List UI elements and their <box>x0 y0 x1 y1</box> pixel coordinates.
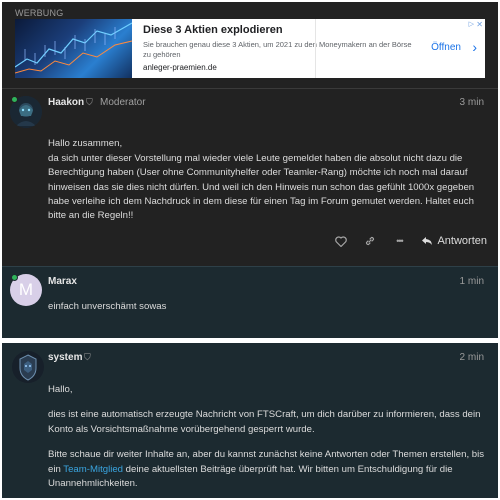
post-body: Hallo, dies ist eine automatisch erzeugt… <box>48 383 488 498</box>
chevron-right-icon[interactable]: › <box>472 39 477 55</box>
ad-label: WERBUNG <box>15 8 64 18</box>
divider <box>2 88 498 89</box>
post-paragraph: einfach unverschämt sowas <box>48 301 167 312</box>
post-username[interactable]: Marax <box>48 276 77 287</box>
more-icon[interactable]: ••• <box>392 234 406 248</box>
shield-icon: ⛉ <box>86 97 93 107</box>
ad-image <box>15 19 132 78</box>
avatar[interactable] <box>12 351 44 383</box>
team-member-link[interactable]: Team-Mitglied <box>63 464 123 475</box>
topic-screenshot-bottom: system ⛉ 2 min Hallo, dies ist eine auto… <box>2 343 498 498</box>
post-body: Hallo zusammen, da sich unter dieser Vor… <box>48 123 488 248</box>
avatar-letter: M <box>18 280 34 299</box>
reply-button[interactable]: Antworten <box>421 235 487 247</box>
heart-icon[interactable] <box>334 234 348 248</box>
online-indicator <box>11 274 18 281</box>
ad-open-button[interactable]: Öffnen <box>431 42 461 53</box>
post-paragraph: dies ist eine automatisch erzeugte Nachr… <box>48 409 481 435</box>
ad-title[interactable]: Diese 3 Aktien explodieren <box>143 24 485 36</box>
post-body: einfach unverschämt sowas <box>48 300 488 324</box>
post-paragraph: Hallo zusammen, da sich unter dieser Vor… <box>48 138 475 222</box>
topic-screenshot-top: WERBUNG Diese 3 Aktien explodieren Sie b… <box>2 2 498 338</box>
post-time[interactable]: 3 min <box>460 97 484 108</box>
ad-close-icon[interactable]: ✕ <box>476 20 483 29</box>
post-username[interactable]: Haakon <box>48 97 84 108</box>
post-user-role: Moderator <box>100 97 146 108</box>
link-icon[interactable] <box>363 234 377 248</box>
post-actions: ••• Antworten <box>319 234 487 248</box>
online-indicator <box>11 96 18 103</box>
post-paragraph: Hallo, <box>48 384 73 395</box>
ad-description: Sie brauchen genau diese 3 Aktien, um 20… <box>143 40 412 59</box>
post-time[interactable]: 2 min <box>460 352 484 363</box>
ad-info-icon[interactable]: ▷ <box>469 20 474 28</box>
reply-button-label: Antworten <box>437 235 487 247</box>
post-paragraph: Bitte schaue dir weiter Inhalte an, aber… <box>48 448 488 491</box>
reply-arrow-icon <box>422 237 433 245</box>
shield-icon: ⛉ <box>84 352 91 362</box>
ad-domain: anleger-praemien.de <box>143 63 217 72</box>
ad-divider <box>315 19 316 78</box>
post-username[interactable]: system <box>48 352 82 363</box>
ad-banner[interactable]: Diese 3 Aktien explodieren Sie brauchen … <box>15 19 485 78</box>
post-time[interactable]: 1 min <box>460 276 484 287</box>
